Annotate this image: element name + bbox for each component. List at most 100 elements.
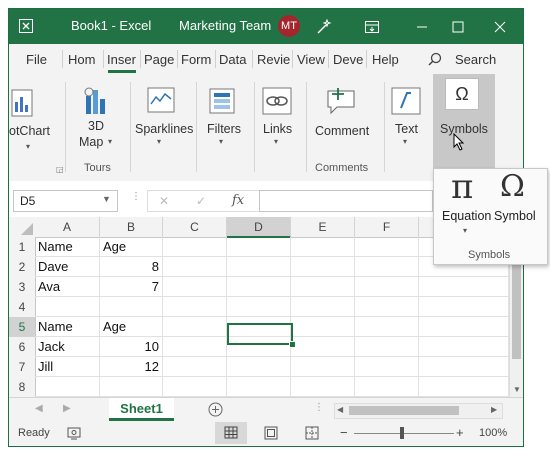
row-header-2[interactable]: 2: [9, 257, 36, 278]
filters-chevron-down-icon[interactable]: ▾: [219, 137, 223, 146]
avatar[interactable]: MT: [278, 15, 300, 37]
close-icon[interactable]: [483, 9, 517, 44]
cell-c3[interactable]: [163, 277, 227, 297]
symbol-label[interactable]: Symbol: [494, 209, 536, 223]
filters-label[interactable]: Filters: [207, 122, 241, 136]
zoom-level[interactable]: 100%: [479, 427, 507, 439]
cell-filler[interactable]: [419, 357, 509, 377]
cell-filler[interactable]: [419, 297, 509, 317]
search-icon[interactable]: [428, 52, 442, 69]
cell-f7[interactable]: [355, 357, 419, 377]
links-chevron-down-icon[interactable]: ▾: [274, 137, 278, 146]
cell-filler[interactable]: [419, 317, 509, 337]
cell-d8[interactable]: [227, 377, 291, 397]
pivotchart-label[interactable]: otChart: [9, 124, 50, 138]
cell-b2[interactable]: 8: [100, 257, 163, 277]
cell-e2[interactable]: [291, 257, 355, 277]
tab-formulas[interactable]: Form: [181, 52, 211, 67]
name-box[interactable]: D5 ▼: [13, 190, 118, 212]
cell-a6[interactable]: Jack: [35, 337, 100, 357]
tab-page-layout[interactable]: Page: [144, 52, 174, 67]
tab-file[interactable]: File: [26, 52, 47, 67]
cell-c6[interactable]: [163, 337, 227, 357]
cell-c1[interactable]: [163, 237, 227, 257]
cell-f5[interactable]: [355, 317, 419, 337]
cell-e6[interactable]: [291, 337, 355, 357]
cell-b7[interactable]: 12: [100, 357, 163, 377]
cell-a7[interactable]: Jill: [35, 357, 100, 377]
equation-icon[interactable]: π: [451, 167, 473, 207]
dialog-launcher-icon[interactable]: ◲: [56, 165, 64, 174]
tab-review[interactable]: Revie: [257, 52, 290, 67]
column-header-a[interactable]: A: [35, 217, 100, 238]
cell-f1[interactable]: [355, 237, 419, 257]
pivotchart-chevron-down-icon[interactable]: ▾: [26, 142, 30, 151]
cell-filler[interactable]: [419, 377, 509, 397]
cell-c8[interactable]: [163, 377, 227, 397]
3d-map-chevron-down-icon[interactable]: ▾: [108, 137, 112, 146]
normal-view-icon[interactable]: [215, 422, 247, 444]
next-sheet-icon[interactable]: ▶: [63, 403, 71, 414]
cell-a2[interactable]: Dave: [35, 257, 100, 277]
row-header-4[interactable]: 4: [9, 297, 36, 318]
cell-a1[interactable]: Name: [35, 237, 100, 257]
cell-filler[interactable]: [419, 277, 509, 297]
sheet-tab-sheet1[interactable]: Sheet1: [109, 398, 174, 421]
column-header-f[interactable]: F: [355, 217, 419, 238]
row-header-3[interactable]: 3: [9, 277, 36, 298]
cell-b3[interactable]: 7: [100, 277, 163, 297]
prev-sheet-icon[interactable]: ◀: [35, 403, 43, 414]
tab-insert[interactable]: Inser: [107, 52, 136, 67]
horizontal-scrollbar[interactable]: ◀ ▶: [334, 403, 503, 419]
formula-input[interactable]: [259, 190, 433, 212]
fill-handle[interactable]: [289, 341, 296, 348]
equation-label[interactable]: Equation: [442, 209, 491, 223]
links-label[interactable]: Links: [263, 122, 292, 136]
select-all-corner[interactable]: [9, 217, 36, 238]
filters-icon[interactable]: [208, 87, 238, 117]
cell-e7[interactable]: [291, 357, 355, 377]
cell-d4[interactable]: [227, 297, 291, 317]
formula-bar-handle-icon[interactable]: ⋮: [131, 192, 141, 202]
row-header-5[interactable]: 5: [9, 317, 36, 338]
zoom-in-icon[interactable]: +: [456, 425, 464, 440]
enter-entry-icon[interactable]: ✓: [196, 194, 206, 208]
symbol-icon[interactable]: Ω: [500, 169, 525, 204]
scroll-thumb[interactable]: [512, 251, 521, 359]
column-header-c[interactable]: C: [163, 217, 227, 238]
column-header-d[interactable]: D: [227, 217, 291, 238]
cell-d2[interactable]: [227, 257, 291, 277]
zoom-out-icon[interactable]: −: [340, 425, 348, 440]
comment-label[interactable]: Comment: [315, 124, 369, 138]
cell-f2[interactable]: [355, 257, 419, 277]
tab-view[interactable]: View: [297, 52, 325, 67]
cell-a4[interactable]: [35, 297, 100, 317]
equation-chevron-down-icon[interactable]: ▾: [463, 226, 467, 235]
cell-f8[interactable]: [355, 377, 419, 397]
cell-d3[interactable]: [227, 277, 291, 297]
cell-e5[interactable]: [291, 317, 355, 337]
symbols-button[interactable]: Ω Symbols: [433, 74, 495, 181]
accessibility-icon[interactable]: [67, 426, 81, 443]
cell-a5[interactable]: Name: [35, 317, 100, 337]
insert-function-icon[interactable]: fx: [232, 193, 244, 208]
sparklines-icon[interactable]: [147, 87, 177, 117]
cell-filler[interactable]: [419, 337, 509, 357]
page-break-view-icon[interactable]: [305, 426, 319, 443]
zoom-slider[interactable]: [354, 433, 454, 434]
column-header-b[interactable]: B: [100, 217, 163, 238]
tab-help[interactable]: Help: [372, 52, 399, 67]
cell-b6[interactable]: 10: [100, 337, 163, 357]
cell-b8[interactable]: [100, 377, 163, 397]
cell-c4[interactable]: [163, 297, 227, 317]
scroll-left-icon[interactable]: ◀: [337, 405, 343, 414]
row-header-6[interactable]: 6: [9, 337, 36, 358]
3d-map-label-1[interactable]: 3D: [88, 119, 104, 133]
cell-a3[interactable]: Ava: [35, 277, 100, 297]
sparklines-label[interactable]: Sparklines: [135, 122, 193, 136]
maximize-icon[interactable]: [441, 9, 475, 44]
scroll-right-icon[interactable]: ▶: [491, 405, 497, 414]
cell-e8[interactable]: [291, 377, 355, 397]
search-label[interactable]: Search: [455, 52, 496, 67]
cell-d7[interactable]: [227, 357, 291, 377]
